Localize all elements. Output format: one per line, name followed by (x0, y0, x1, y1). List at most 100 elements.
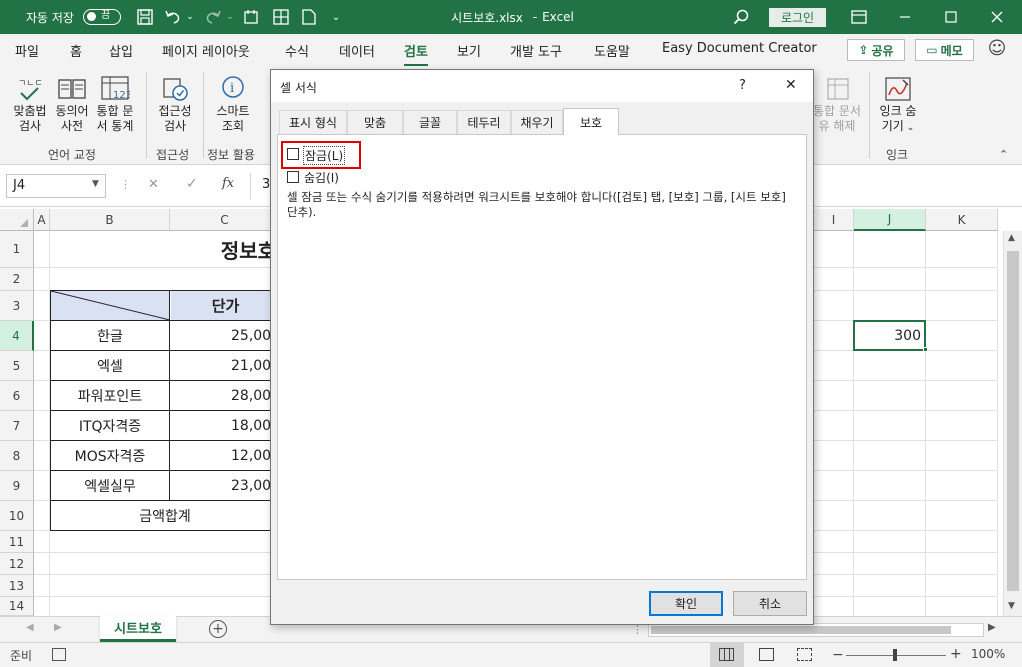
redo-dropdown-icon[interactable]: ⌄ (224, 0, 236, 34)
row-header[interactable]: 14 (0, 597, 34, 616)
hidden-label[interactable]: 숨김(I) (304, 169, 339, 186)
item-price-cell[interactable]: 28,000 (170, 381, 280, 410)
customize-qat-icon[interactable]: ⌄ (328, 0, 344, 34)
hidden-checkbox[interactable] (287, 171, 299, 183)
name-box-dropdown-icon[interactable]: ▼ (92, 179, 99, 189)
dialog-tab-protection[interactable]: 보호 (563, 108, 619, 135)
item-name-cell[interactable]: ITQ자격증 (50, 411, 170, 440)
document-icon[interactable] (298, 0, 320, 34)
save-icon[interactable] (134, 0, 156, 34)
scroll-right-icon[interactable]: ▶ (988, 622, 996, 633)
login-button[interactable]: 로그인 (769, 8, 826, 27)
tab-easy-document-creator[interactable]: Easy Document Creator (662, 41, 817, 56)
zoom-level[interactable]: 100% (971, 647, 1005, 661)
lock-checkbox[interactable] (287, 148, 299, 160)
column-header-selected[interactable]: J (854, 209, 926, 231)
dialog-tab-number[interactable]: 표시 형식 (279, 110, 347, 134)
thesaurus-button[interactable]: 동의어 사전 (52, 74, 92, 134)
scrollbar-thumb[interactable] (1007, 251, 1019, 591)
sheet-title[interactable]: 정보호 (170, 231, 280, 267)
lock-label[interactable]: 잠금(L) (303, 146, 346, 165)
undo-dropdown-icon[interactable]: ⌄ (184, 0, 196, 34)
row-header[interactable]: 3 (0, 291, 34, 321)
scroll-down-icon[interactable]: ▼ (1008, 601, 1015, 611)
column-header[interactable]: A (34, 209, 50, 231)
smiley-feedback-icon[interactable]: ☺ (987, 39, 1007, 59)
confirm-entry-icon[interactable]: ✓ (186, 176, 198, 192)
unshare-workbook-button[interactable]: 통합 문서 유 해제 (810, 74, 864, 134)
price-header[interactable]: 단가 (171, 291, 280, 320)
close-window-icon[interactable] (986, 0, 1008, 34)
redo-icon[interactable] (202, 0, 224, 34)
workbook-statistics-button[interactable]: 123 통합 문 서 통계 (92, 74, 138, 134)
zoom-slider-thumb[interactable] (893, 649, 897, 661)
item-name-cell[interactable]: 엑셀실무 (50, 471, 170, 500)
row-header[interactable]: 7 (0, 411, 34, 441)
add-sheet-icon[interactable]: + (209, 620, 227, 638)
hide-ink-button[interactable]: 잉크 숨 기기 ⌄ (872, 74, 924, 136)
dialog-close-icon[interactable]: ✕ (785, 77, 797, 93)
undo-icon[interactable] (162, 0, 184, 34)
zoom-in-icon[interactable]: + (950, 646, 962, 662)
page-break-view-icon[interactable] (797, 648, 812, 661)
ok-button[interactable]: 확인 (649, 591, 723, 616)
tab-page-layout[interactable]: 페이지 레이아웃 (162, 41, 250, 60)
tab-formulas[interactable]: 수식 (285, 41, 309, 60)
collapse-ribbon-icon[interactable]: ⌃ (999, 148, 1008, 161)
row-header[interactable]: 1 (0, 231, 34, 268)
tab-review[interactable]: 검토 (404, 41, 428, 66)
row-header[interactable]: 9 (0, 471, 34, 501)
autosave-toggle[interactable]: 끔 (83, 9, 121, 25)
fill-handle[interactable] (923, 347, 928, 352)
column-header[interactable]: C (170, 209, 280, 231)
row-header[interactable]: 11 (0, 531, 34, 553)
macro-record-icon[interactable] (52, 648, 66, 661)
row-header-selected[interactable]: 4 (0, 321, 34, 351)
new-file-icon[interactable] (240, 0, 262, 34)
tab-data[interactable]: 데이터 (339, 41, 375, 60)
maximize-icon[interactable] (940, 0, 962, 34)
search-icon[interactable] (730, 0, 752, 34)
row-header[interactable]: 12 (0, 553, 34, 575)
accessibility-check-button[interactable]: 접근성 검사 (152, 74, 198, 134)
diagonal-header-cell[interactable] (50, 290, 171, 321)
row-header[interactable]: 5 (0, 351, 34, 381)
spelling-button[interactable]: ㄱㄴㄷ 맞춤법 검사 (8, 74, 52, 134)
h-scrollbar-thumb[interactable] (651, 626, 951, 634)
dialog-help-icon[interactable]: ? (739, 78, 746, 93)
dialog-tab-border[interactable]: 테두리 (457, 110, 511, 134)
total-label-cell[interactable]: 금액합계 (50, 501, 280, 530)
item-name-cell[interactable]: 엑셀 (50, 351, 170, 380)
tab-view[interactable]: 보기 (457, 41, 481, 60)
tab-file[interactable]: 파일 (15, 41, 39, 60)
name-box[interactable]: J4 (6, 174, 106, 198)
column-header[interactable]: I (814, 209, 854, 231)
item-price-cell[interactable]: 12,000 (170, 441, 280, 470)
scroll-tabs-left-icon[interactable]: ◀ (26, 622, 34, 633)
row-header[interactable]: 8 (0, 441, 34, 471)
select-all-corner[interactable] (0, 209, 34, 231)
ribbon-display-icon[interactable] (848, 0, 870, 34)
share-button[interactable]: ⇪ 공유 (847, 39, 905, 61)
smart-lookup-button[interactable]: i 스마트 조회 (210, 74, 256, 134)
cancel-entry-icon[interactable]: ✕ (148, 177, 159, 192)
horizontal-scrollbar[interactable] (648, 623, 984, 637)
item-name-cell[interactable]: 파워포인트 (50, 381, 170, 410)
selected-cell-j4[interactable]: 300 (853, 320, 926, 351)
row-header[interactable]: 13 (0, 575, 34, 597)
zoom-out-icon[interactable]: − (832, 647, 844, 663)
dialog-tab-font[interactable]: 글꼴 (403, 110, 457, 134)
item-price-cell[interactable]: 18,000 (170, 411, 280, 440)
grid-view-icon[interactable] (270, 0, 292, 34)
tab-home[interactable]: 홈 (70, 41, 82, 60)
memo-button[interactable]: ▭ 메모 (915, 39, 974, 61)
row-header[interactable]: 2 (0, 268, 34, 291)
tab-insert[interactable]: 삽입 (109, 41, 133, 60)
tab-developer[interactable]: 개발 도구 (510, 41, 562, 60)
row-header[interactable]: 10 (0, 501, 34, 531)
dialog-tab-alignment[interactable]: 맞춤 (347, 110, 403, 134)
column-header[interactable]: K (926, 209, 998, 231)
row-header[interactable]: 6 (0, 381, 34, 411)
dialog-tab-fill[interactable]: 채우기 (511, 110, 563, 134)
item-name-cell[interactable]: 한글 (50, 321, 170, 350)
